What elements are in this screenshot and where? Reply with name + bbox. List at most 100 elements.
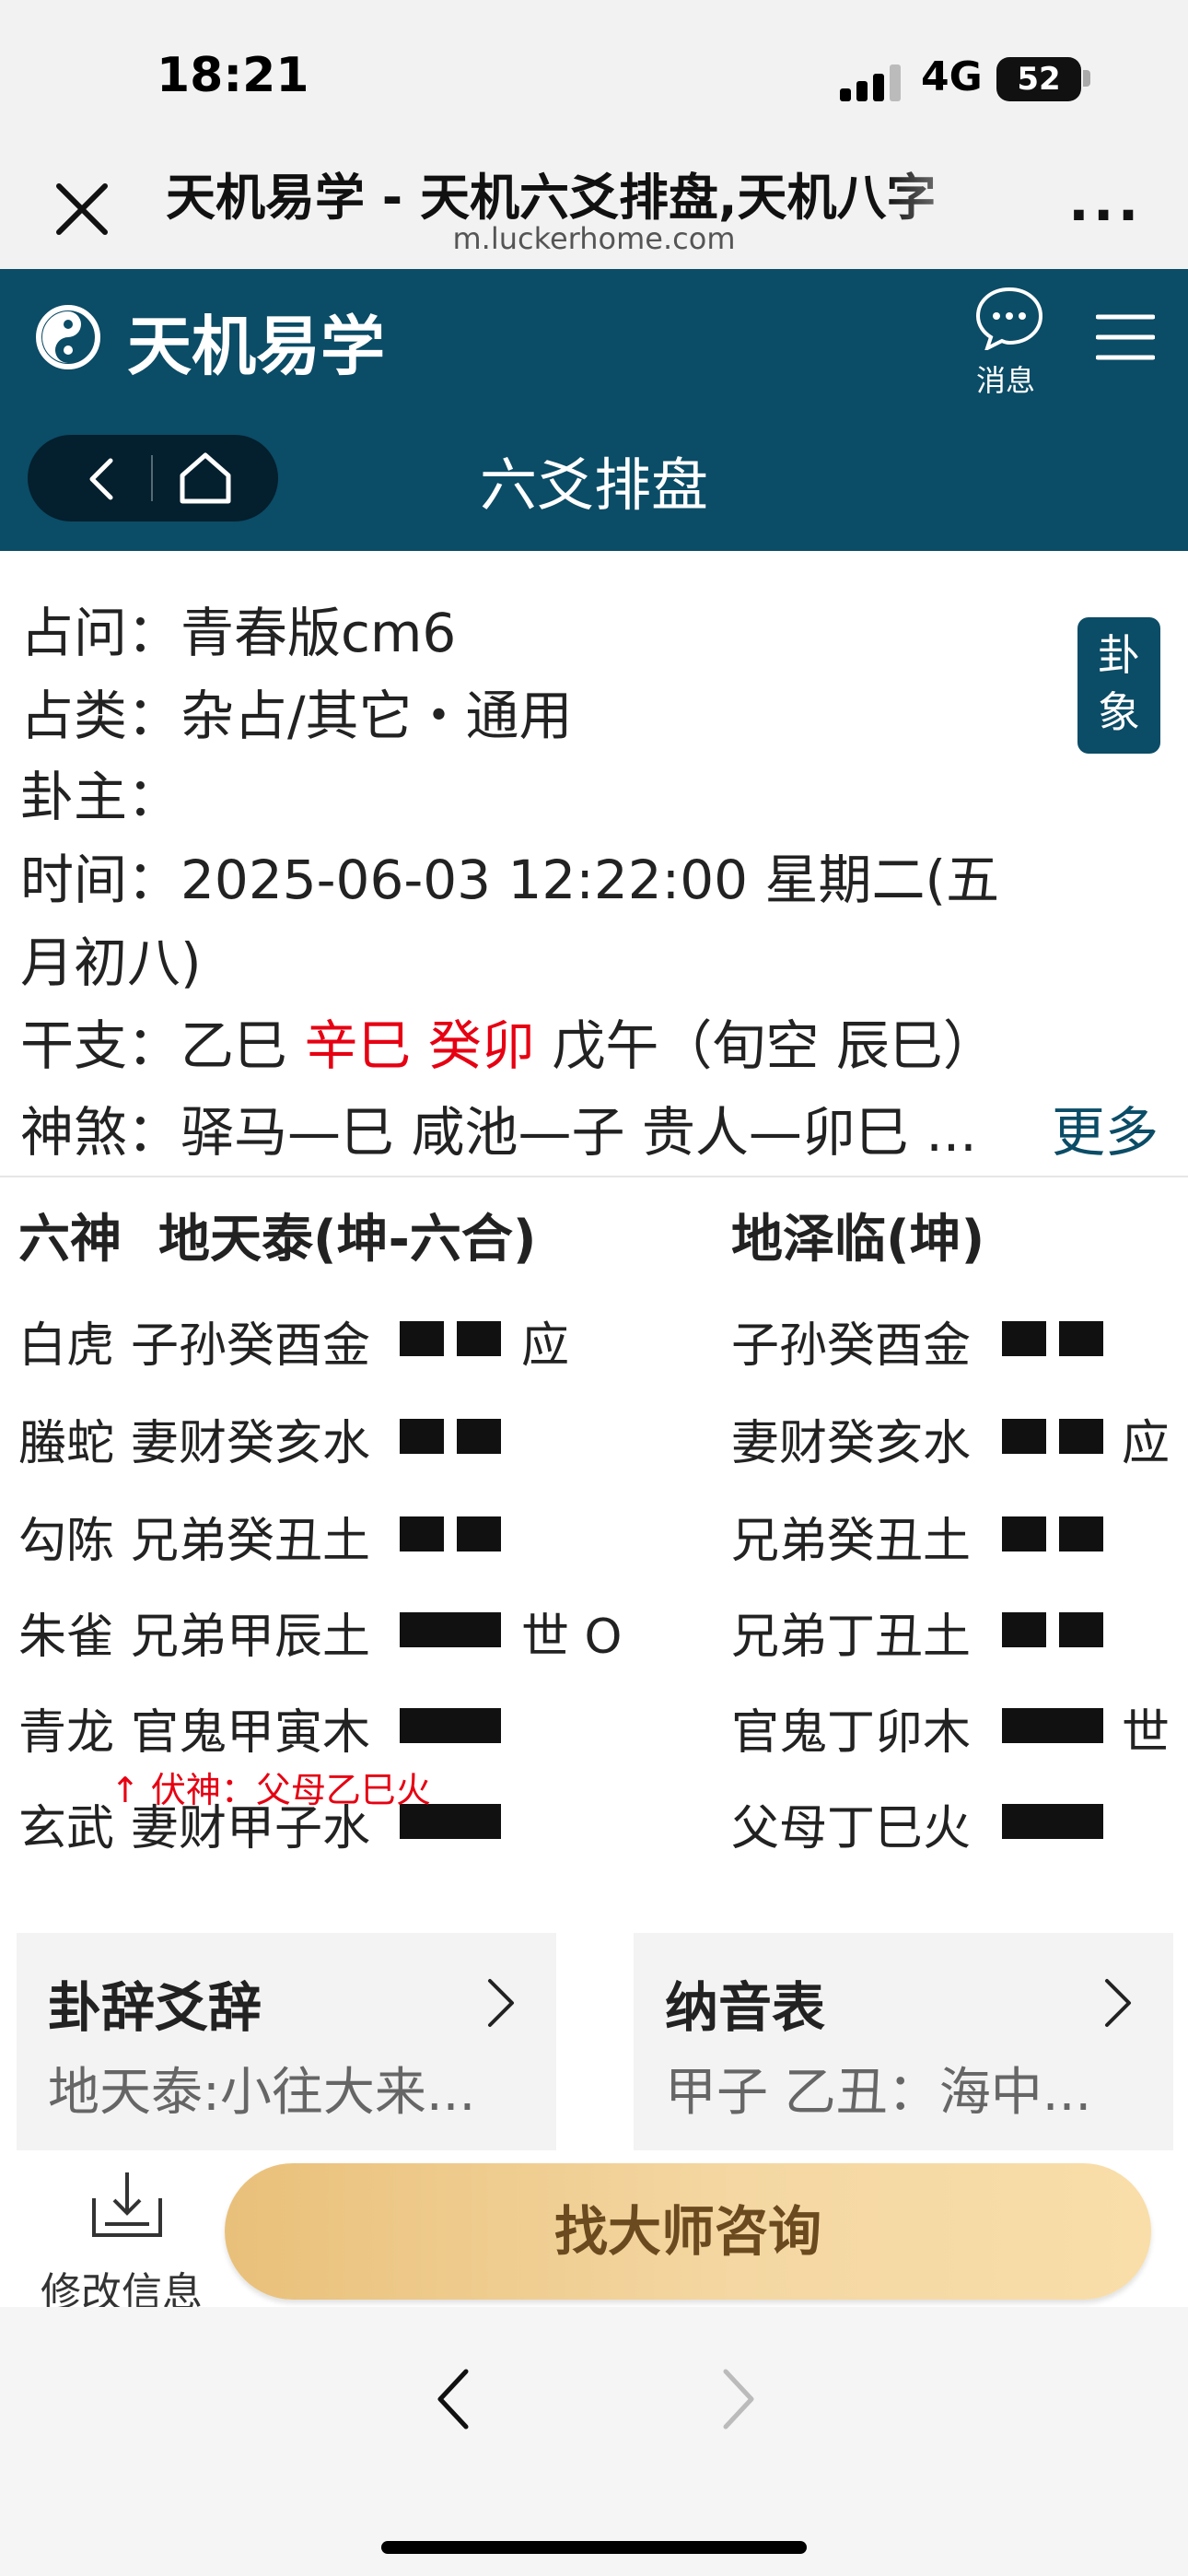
yin-line [1002,1419,1103,1454]
main-hexagram-title: 地天泰(坤-六合) [158,1210,537,1270]
consult-master-button[interactable]: 找大师咨询 [225,2163,1151,2300]
main-yao-label: 兄弟癸丑土 [131,1514,371,1569]
main-yao-label: 兄弟甲辰土 [131,1610,371,1665]
owner-label: 卦主： [20,766,181,828]
yang-line [1002,1804,1103,1839]
liushen-cell: 玄武 [18,1801,115,1856]
changed-yao-mark: 应 [1122,1416,1171,1471]
section-title: 六爻排盘 [479,451,708,519]
yin-line [400,1321,501,1356]
category-label: 占类： [20,685,181,747]
divider [0,1176,1188,1177]
ganzhi-hour: 戊午 [552,1014,659,1077]
category-row: 占类：杂占/其它・通用 [20,673,573,750]
changed-yao-line [1002,1516,1103,1551]
browser-chrome: 18:21 4G 52 天机易学 - 天机六爻排盘,天机八字 m.luckerh… [0,0,1188,269]
edit-info-icon[interactable] [88,2167,166,2241]
main-yao-label: 子孙癸酉金 [131,1318,371,1374]
time-row: 时间：2025-06-03 12:22:00 星期二(五 [20,837,999,914]
changed-yao-line [1002,1419,1103,1454]
changed-hexagram-title: 地泽临(坤) [731,1210,985,1270]
status-time: 18:21 [157,48,309,103]
main-yao-mark: 世 O [521,1610,623,1665]
network-type: 4G [921,53,983,100]
shensha-row: 神煞：驿马—巳 咸池—子 贵人—卯巳 ... [20,1089,977,1166]
time-label: 时间： [20,849,181,911]
yang-line [400,1612,501,1647]
page-url: m.luckerhome.com [452,221,736,256]
more-link[interactable]: 更多 [1052,1089,1159,1166]
question-label: 占问： [20,602,181,664]
main-yao-label: 妻财癸亥水 [131,1416,371,1471]
main-yao-line [400,1612,501,1647]
yin-line [400,1419,501,1454]
signal-icon [840,64,901,101]
xunkong: （旬空 辰巳） [658,1014,996,1077]
yang-line [1002,1708,1103,1743]
gua-badge-line1: 卦 [1098,630,1140,680]
time-row-cont: 月初八) [20,931,202,994]
page-title: 天机易学 - 天机六爻排盘,天机八字 [166,169,937,227]
liushen-cell: 白虎 [18,1318,115,1374]
main-yao-line [400,1516,501,1551]
changed-yao-line [1002,1804,1103,1839]
changed-yao-label: 子孙癸酉金 [731,1318,972,1374]
changed-yao-line [1002,1612,1103,1647]
guaci-card-title: 卦辞爻辞 [48,1976,262,2039]
changed-yao-line [1002,1321,1103,1356]
changed-yao-label: 官鬼丁卯木 [731,1705,972,1761]
category-value: 杂占/其它・通用 [181,685,573,747]
chevron-right-icon [488,1979,514,2027]
ganzhi-year: 乙巳 [181,1014,288,1077]
logo-icon [36,305,100,369]
changed-yao-label: 兄弟癸丑土 [731,1514,972,1569]
message-icon[interactable] [974,286,1044,350]
time-value: 2025-06-03 12:22:00 星期二(五 [181,849,1000,911]
liushen-cell: 朱雀 [18,1610,115,1665]
guaci-card-subtitle: 地天泰:小往大来... [48,2063,476,2123]
yang-line [400,1708,501,1743]
shensha-label: 神煞： [20,1101,181,1164]
ganzhi-label: 干支： [20,1014,181,1077]
gua-image-button[interactable]: 卦 象 [1077,617,1160,754]
main-yao-line [400,1321,501,1356]
more-menu-button[interactable]: ... [1068,170,1142,234]
shensha-value: 驿马—巳 咸池—子 贵人—卯巳 ... [181,1101,977,1164]
main-yao-line [400,1708,501,1743]
owner-row: 卦主： [20,754,181,831]
home-indicator[interactable] [381,2541,807,2554]
yin-line [1002,1612,1103,1647]
nayin-card-title: 纳音表 [665,1976,826,2039]
site-header: 天机易学 消息 六爻排盘 [0,269,1188,551]
liushen-cell: 螣蛇 [18,1416,115,1471]
fushen-note: ↑ 伏神：父母乙巳火 [111,1770,431,1810]
liushen-cell: 勾陈 [18,1514,115,1569]
yin-line [1002,1516,1103,1551]
main-yao-mark: 应 [521,1318,570,1374]
nayin-card-subtitle: 甲子 乙丑：海中... [665,2063,1092,2123]
browser-forward-icon[interactable] [715,2364,761,2434]
yin-line [1002,1321,1103,1356]
changed-yao-label: 妻财癸亥水 [731,1416,972,1471]
guaci-card[interactable]: 卦辞爻辞 地天泰:小往大来... [17,1933,556,2150]
battery-icon: 52 [996,57,1081,101]
ganzhi-row: 干支：乙巳 辛巳 癸卯 戊午（旬空 辰巳） [20,1002,996,1080]
changed-yao-label: 兄弟丁丑土 [731,1610,972,1665]
yin-line [400,1516,501,1551]
changed-yao-line [1002,1708,1103,1743]
question-value: 青春版cm6 [181,602,457,664]
ganzhi-month: 辛巳 [304,1014,412,1077]
liushen-header: 六神 [18,1210,122,1270]
browser-back-icon[interactable] [431,2364,477,2434]
chevron-right-icon [1105,1979,1131,2027]
menu-icon[interactable] [1096,311,1155,363]
main-yao-label: 官鬼甲寅木 [131,1705,371,1761]
nayin-card[interactable]: 纳音表 甲子 乙丑：海中... [634,1933,1173,2150]
main-yao-line [400,1419,501,1454]
message-label[interactable]: 消息 [976,357,1035,400]
changed-yao-mark: 世 [1122,1705,1171,1761]
battery-tip [1083,70,1090,87]
changed-yao-label: 父母丁巳火 [731,1801,972,1856]
logo-text[interactable]: 天机易学 [127,295,385,388]
question-row: 占问：青春版cm6 [20,590,456,667]
